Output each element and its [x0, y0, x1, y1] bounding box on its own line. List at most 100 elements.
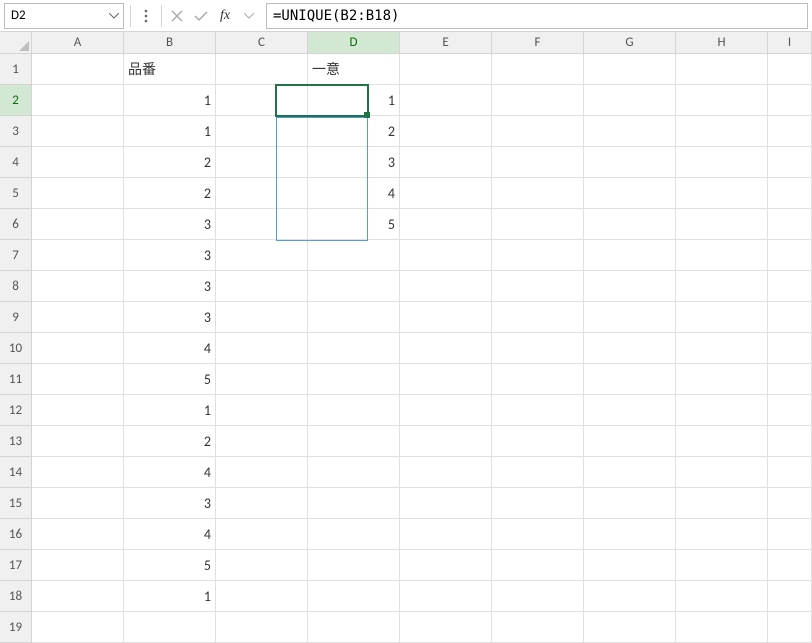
row-header-16[interactable]: 16 — [0, 519, 32, 550]
cell-B5[interactable]: 2 — [124, 178, 216, 209]
cell-G4[interactable] — [584, 147, 676, 178]
cell-F8[interactable] — [492, 271, 584, 302]
cell-H13[interactable] — [676, 426, 768, 457]
cell-G10[interactable] — [584, 333, 676, 364]
cell-H17[interactable] — [676, 550, 768, 581]
cell-F16[interactable] — [492, 519, 584, 550]
cell-F18[interactable] — [492, 581, 584, 612]
cell-D1[interactable]: 一意 — [308, 54, 400, 85]
cell-B19[interactable] — [124, 612, 216, 643]
cell-D19[interactable] — [308, 612, 400, 643]
col-header-G[interactable]: G — [584, 32, 676, 54]
col-header-D[interactable]: D — [308, 32, 400, 54]
row-header-6[interactable]: 6 — [0, 209, 32, 240]
cell-I4[interactable] — [768, 147, 812, 178]
row-header-19[interactable]: 19 — [0, 612, 32, 643]
cell-B10[interactable]: 4 — [124, 333, 216, 364]
cell-F14[interactable] — [492, 457, 584, 488]
cell-E13[interactable] — [400, 426, 492, 457]
cell-I7[interactable] — [768, 240, 812, 271]
row-header-2[interactable]: 2 — [0, 85, 32, 116]
cell-E12[interactable] — [400, 395, 492, 426]
cell-A4[interactable] — [32, 147, 124, 178]
cell-F5[interactable] — [492, 178, 584, 209]
cell-I16[interactable] — [768, 519, 812, 550]
cell-F12[interactable] — [492, 395, 584, 426]
cell-C9[interactable] — [216, 302, 308, 333]
cell-A14[interactable] — [32, 457, 124, 488]
cell-B6[interactable]: 3 — [124, 209, 216, 240]
name-box[interactable] — [4, 3, 124, 29]
cell-G15[interactable] — [584, 488, 676, 519]
cell-A8[interactable] — [32, 271, 124, 302]
cell-E6[interactable] — [400, 209, 492, 240]
cell-G11[interactable] — [584, 364, 676, 395]
cell-B11[interactable]: 5 — [124, 364, 216, 395]
cell-D2[interactable]: 1 — [308, 85, 400, 116]
cell-F11[interactable] — [492, 364, 584, 395]
cell-F2[interactable] — [492, 85, 584, 116]
cell-F19[interactable] — [492, 612, 584, 643]
row-header-3[interactable]: 3 — [0, 116, 32, 147]
col-header-E[interactable]: E — [400, 32, 492, 54]
cell-A18[interactable] — [32, 581, 124, 612]
cell-F4[interactable] — [492, 147, 584, 178]
more-icon[interactable] — [135, 5, 157, 27]
cell-H6[interactable] — [676, 209, 768, 240]
cell-A1[interactable] — [32, 54, 124, 85]
cell-C10[interactable] — [216, 333, 308, 364]
cell-E17[interactable] — [400, 550, 492, 581]
cell-I1[interactable] — [768, 54, 812, 85]
row-header-14[interactable]: 14 — [0, 457, 32, 488]
cell-A16[interactable] — [32, 519, 124, 550]
cell-B7[interactable]: 3 — [124, 240, 216, 271]
cell-D11[interactable] — [308, 364, 400, 395]
cell-H3[interactable] — [676, 116, 768, 147]
name-box-dropdown-icon[interactable] — [105, 4, 123, 28]
cell-G2[interactable] — [584, 85, 676, 116]
cell-G16[interactable] — [584, 519, 676, 550]
cell-C5[interactable] — [216, 178, 308, 209]
cell-E9[interactable] — [400, 302, 492, 333]
cell-B17[interactable]: 5 — [124, 550, 216, 581]
cell-I19[interactable] — [768, 612, 812, 643]
cell-D12[interactable] — [308, 395, 400, 426]
cell-E16[interactable] — [400, 519, 492, 550]
formula-input[interactable] — [266, 3, 808, 29]
cell-H19[interactable] — [676, 612, 768, 643]
cell-B2[interactable]: 1 — [124, 85, 216, 116]
cell-F1[interactable] — [492, 54, 584, 85]
row-header-1[interactable]: 1 — [0, 54, 32, 85]
cell-I18[interactable] — [768, 581, 812, 612]
cell-I11[interactable] — [768, 364, 812, 395]
select-all-corner[interactable] — [0, 32, 32, 54]
cell-H8[interactable] — [676, 271, 768, 302]
cell-I14[interactable] — [768, 457, 812, 488]
cancel-icon[interactable] — [166, 5, 188, 27]
cell-A10[interactable] — [32, 333, 124, 364]
cell-A2[interactable] — [32, 85, 124, 116]
cell-C6[interactable] — [216, 209, 308, 240]
cell-F6[interactable] — [492, 209, 584, 240]
cell-E19[interactable] — [400, 612, 492, 643]
cell-H10[interactable] — [676, 333, 768, 364]
cell-B18[interactable]: 1 — [124, 581, 216, 612]
cell-H7[interactable] — [676, 240, 768, 271]
cell-G1[interactable] — [584, 54, 676, 85]
cell-C1[interactable] — [216, 54, 308, 85]
enter-icon[interactable] — [190, 5, 212, 27]
row-header-15[interactable]: 15 — [0, 488, 32, 519]
cell-D10[interactable] — [308, 333, 400, 364]
cell-G6[interactable] — [584, 209, 676, 240]
col-header-C[interactable]: C — [216, 32, 308, 54]
cell-A11[interactable] — [32, 364, 124, 395]
cell-C15[interactable] — [216, 488, 308, 519]
cell-H5[interactable] — [676, 178, 768, 209]
cell-G14[interactable] — [584, 457, 676, 488]
cells-area[interactable]: 品番 一意 1 1 1 2 — [32, 54, 812, 643]
cell-G18[interactable] — [584, 581, 676, 612]
cell-C19[interactable] — [216, 612, 308, 643]
cell-B8[interactable]: 3 — [124, 271, 216, 302]
cell-E1[interactable] — [400, 54, 492, 85]
cell-D8[interactable] — [308, 271, 400, 302]
